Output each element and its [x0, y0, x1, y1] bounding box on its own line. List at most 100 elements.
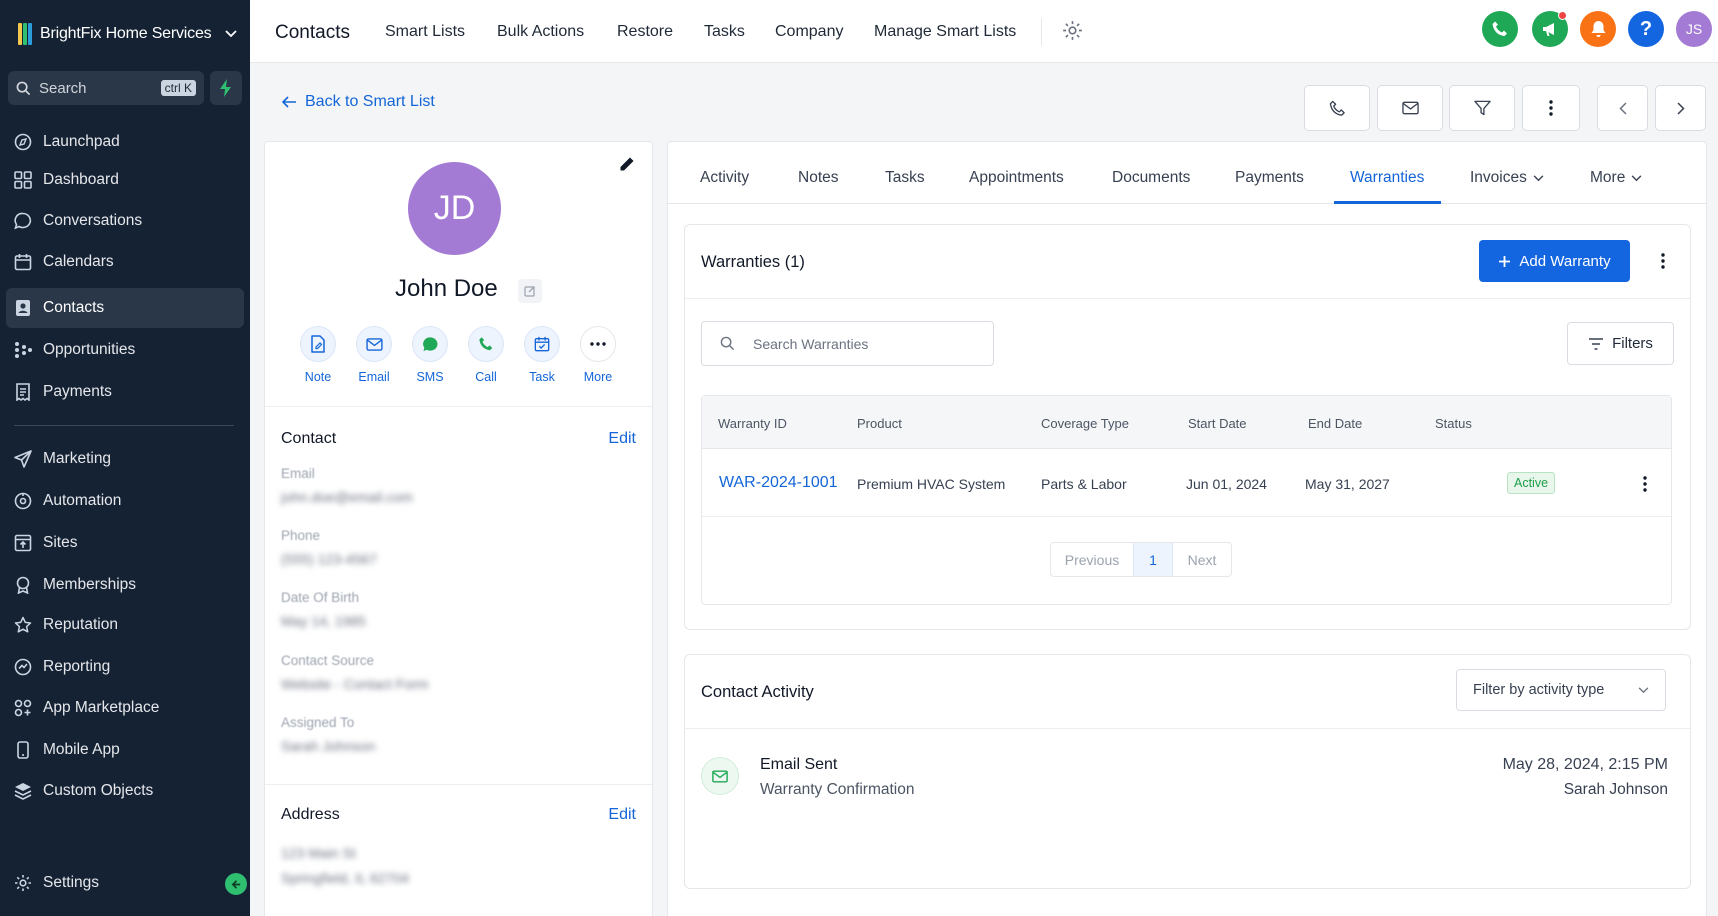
- action-more[interactable]: More: [568, 326, 628, 384]
- column-header[interactable]: Warranty ID: [718, 416, 787, 431]
- sidebar-item-custom-objects[interactable]: Custom Objects: [6, 771, 244, 811]
- arrow-left-icon: [231, 879, 240, 889]
- sidebar-item-automation[interactable]: Automation: [6, 481, 244, 521]
- tab-tasks[interactable]: Tasks: [885, 169, 925, 187]
- nav-smart-lists[interactable]: Smart Lists: [385, 23, 465, 41]
- tab-invoices[interactable]: Invoices: [1470, 169, 1544, 187]
- phone-button[interactable]: [1482, 11, 1518, 47]
- help-button[interactable]: ?: [1628, 11, 1664, 47]
- back-to-smart-list-link[interactable]: Back to Smart List: [282, 93, 435, 111]
- active-tab-indicator: [1334, 201, 1441, 204]
- sidebar-item-sites[interactable]: Sites: [6, 523, 244, 563]
- bell-icon: [1591, 21, 1605, 37]
- sidebar-item-payments[interactable]: Payments: [6, 372, 244, 412]
- quick-actions-button[interactable]: [210, 71, 242, 105]
- next-contact-button[interactable]: [1655, 85, 1706, 131]
- search-warranties-input[interactable]: Search Warranties: [701, 321, 994, 366]
- add-warranty-button[interactable]: Add Warranty: [1479, 240, 1630, 282]
- field-value-source: Website - Contact Form: [281, 676, 429, 692]
- warranty-end-date: May 31, 2027: [1305, 476, 1390, 492]
- tab-appointments[interactable]: Appointments: [969, 169, 1064, 187]
- sidebar-search[interactable]: Search ctrl K: [8, 71, 204, 105]
- collapse-sidebar-button[interactable]: [225, 873, 247, 895]
- tab-more[interactable]: More: [1590, 169, 1642, 187]
- sidebar-item-label: Reputation: [43, 616, 118, 633]
- tab-notes[interactable]: Notes: [798, 169, 839, 187]
- action-task[interactable]: Task: [512, 326, 572, 384]
- edit-name-button[interactable]: [518, 279, 542, 303]
- nav-bulk-actions[interactable]: Bulk Actions: [497, 23, 584, 41]
- sidebar-item-app-marketplace[interactable]: App Marketplace: [6, 688, 244, 728]
- more-options-button[interactable]: [1522, 85, 1580, 131]
- sidebar: BrightFix Home Services Search ctrl K La…: [0, 0, 250, 916]
- action-email[interactable]: Email: [344, 326, 404, 384]
- settings-button[interactable]: [1062, 20, 1083, 41]
- edit-address-section-link[interactable]: Edit: [608, 806, 636, 824]
- user-avatar[interactable]: JS: [1676, 11, 1712, 47]
- search-icon: [720, 336, 735, 351]
- action-label: SMS: [416, 370, 444, 384]
- warranty-product: Premium HVAC System: [857, 476, 1006, 492]
- sidebar-item-calendars[interactable]: Calendars: [6, 242, 244, 282]
- sidebar-item-opportunities[interactable]: Opportunities: [6, 330, 244, 370]
- filters-button[interactable]: Filters: [1567, 322, 1674, 365]
- column-header[interactable]: Status: [1435, 416, 1472, 431]
- nav-tasks[interactable]: Tasks: [704, 23, 745, 41]
- activity-type-filter[interactable]: Filter by activity type: [1456, 669, 1666, 711]
- sidebar-item-reputation[interactable]: Reputation: [6, 605, 244, 645]
- opportunities-icon: [15, 342, 32, 358]
- column-header[interactable]: End Date: [1308, 416, 1362, 431]
- email-contact-button[interactable]: [1377, 85, 1443, 131]
- warranty-id-link[interactable]: WAR-2024-1001: [719, 474, 838, 492]
- sidebar-item-contacts[interactable]: Contacts: [6, 288, 244, 328]
- edit-contact-section-link[interactable]: Edit: [608, 430, 636, 448]
- action-note[interactable]: Note: [288, 326, 348, 384]
- brand-switcher[interactable]: BrightFix Home Services: [18, 20, 238, 48]
- sidebar-item-marketing[interactable]: Marketing: [6, 439, 244, 479]
- sidebar-item-settings[interactable]: Settings: [6, 863, 244, 903]
- nav-manage-smart-lists[interactable]: Manage Smart Lists: [874, 23, 1016, 41]
- column-header[interactable]: Start Date: [1188, 416, 1247, 431]
- warranties-card: Warranties (1) Add Warranty Search Warra…: [684, 224, 1691, 630]
- filter-button[interactable]: [1449, 85, 1515, 131]
- edit-contact-button[interactable]: [619, 156, 635, 172]
- tab-documents[interactable]: Documents: [1112, 169, 1190, 187]
- sidebar-item-dashboard[interactable]: Dashboard: [6, 160, 244, 200]
- tab-activity[interactable]: Activity: [700, 169, 749, 187]
- action-label: More: [583, 370, 613, 384]
- sidebar-item-memberships[interactable]: Memberships: [6, 565, 244, 605]
- card-divider: [265, 406, 652, 407]
- nav-restore[interactable]: Restore: [617, 23, 673, 41]
- sidebar-divider: [14, 425, 234, 426]
- warranties-menu-button[interactable]: [1655, 251, 1671, 271]
- sidebar-item-label: Automation: [43, 492, 122, 509]
- action-sms[interactable]: SMS: [400, 326, 460, 384]
- layers-icon: [14, 783, 32, 800]
- column-header[interactable]: Coverage Type: [1041, 416, 1129, 431]
- search-placeholder: Search Warranties: [753, 335, 869, 352]
- previous-page-button[interactable]: Previous: [1051, 543, 1133, 576]
- call-contact-button[interactable]: [1304, 85, 1370, 131]
- page-1-button[interactable]: 1: [1133, 543, 1173, 576]
- sidebar-item-mobile-app[interactable]: Mobile App: [6, 730, 244, 770]
- action-call[interactable]: Call: [456, 326, 516, 384]
- sidebar-item-launchpad[interactable]: Launchpad: [6, 122, 244, 162]
- status-badge: Active: [1507, 472, 1556, 494]
- grid-icon: [14, 171, 32, 189]
- tab-warranties[interactable]: Warranties: [1350, 169, 1424, 187]
- tab-payments[interactable]: Payments: [1235, 169, 1304, 187]
- activity-timestamp: May 28, 2024, 2:15 PM: [1502, 756, 1668, 773]
- brand-name: BrightFix Home Services: [40, 25, 212, 42]
- sidebar-item-conversations[interactable]: Conversations: [6, 201, 244, 241]
- row-menu-button[interactable]: [1637, 474, 1653, 494]
- previous-contact-button[interactable]: [1597, 85, 1648, 131]
- reporting-icon: [14, 658, 32, 676]
- nav-company[interactable]: Company: [775, 23, 843, 41]
- chevron-down-icon: [1638, 686, 1649, 693]
- notifications-button[interactable]: [1580, 11, 1616, 47]
- sidebar-item-label: Custom Objects: [43, 782, 154, 799]
- sidebar-item-reporting[interactable]: Reporting: [6, 647, 244, 687]
- next-page-button[interactable]: Next: [1173, 543, 1231, 576]
- announcements-button[interactable]: [1532, 11, 1568, 47]
- column-header[interactable]: Product: [857, 416, 902, 431]
